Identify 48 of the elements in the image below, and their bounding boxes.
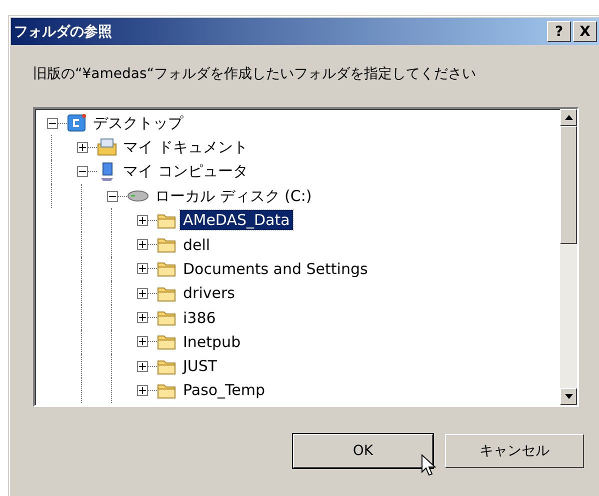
cursor-icon (421, 454, 437, 478)
expand-toggle[interactable] (137, 263, 148, 274)
scroll-down-button[interactable] (560, 388, 577, 405)
expand-toggle[interactable] (77, 142, 88, 153)
tree-item[interactable]: デスクトップ (90, 112, 186, 134)
desktop-icon (67, 113, 87, 134)
folder-icon (157, 382, 177, 399)
folder-icon (157, 260, 177, 278)
scroll-thumb[interactable] (560, 126, 577, 244)
folder-icon (157, 333, 177, 350)
expand-toggle[interactable] (137, 336, 148, 348)
folder-icon (157, 358, 177, 375)
expand-toggle[interactable] (137, 288, 148, 299)
folder-icon (157, 236, 177, 254)
tree-item[interactable]: JUST (180, 356, 220, 376)
collapse-toggle[interactable] (107, 190, 118, 202)
scroll-up-button[interactable] (560, 109, 577, 126)
tree-item[interactable]: マイ ドキュメント (120, 136, 251, 158)
tree-item[interactable]: drivers (180, 283, 238, 304)
tree-item[interactable]: Documents and Settings (180, 258, 371, 279)
close-button[interactable]: X (573, 21, 597, 42)
collapse-toggle[interactable] (77, 166, 88, 178)
tree-item[interactable]: ローカル ディスク (C:) (152, 186, 315, 207)
window-title: フォルダの参照 (14, 22, 113, 40)
expand-toggle[interactable] (137, 214, 148, 226)
cancel-button[interactable]: キャンセル (445, 434, 584, 468)
tree-item[interactable]: AMeDAS_Data (180, 210, 293, 230)
instruction-text: 旧版の“¥amedas“フォルダを作成したいフォルダを指定してください (33, 65, 478, 83)
expand-toggle[interactable] (137, 239, 148, 250)
down-arrow-icon (564, 394, 572, 399)
tree-item[interactable]: マイ コンピュータ (120, 161, 251, 182)
collapse-toggle[interactable] (47, 118, 58, 129)
scrollbar[interactable] (560, 109, 577, 405)
tree-item[interactable]: dell (180, 234, 214, 255)
ok-button[interactable]: OK (293, 434, 433, 468)
document-folder-icon (97, 137, 117, 158)
folder-icon (157, 212, 177, 229)
expand-toggle[interactable] (137, 312, 148, 324)
tree-item[interactable]: i386 (180, 308, 219, 328)
tree-item[interactable]: Paso_Temp (180, 380, 268, 400)
up-arrow-icon (564, 115, 572, 120)
expand-toggle[interactable] (137, 384, 148, 396)
expand-toggle[interactable] (137, 360, 148, 372)
folder-icon (157, 284, 177, 302)
drive-icon (127, 189, 149, 204)
tree-item[interactable]: Inetpub (180, 332, 244, 352)
folder-icon (157, 309, 177, 326)
help-button[interactable]: ? (547, 21, 571, 42)
